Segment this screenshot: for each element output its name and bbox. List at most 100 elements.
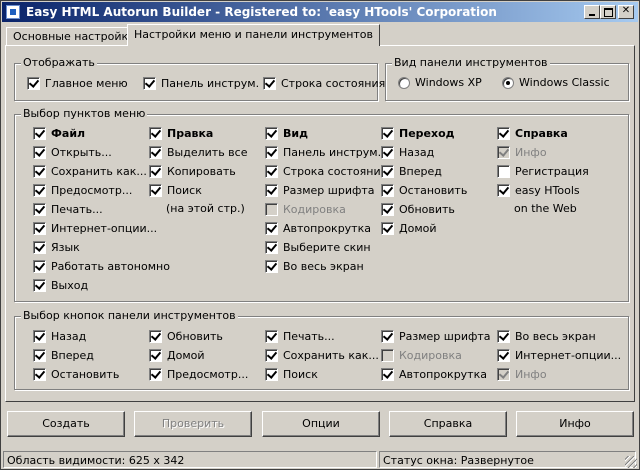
- menu-item-checkbox-c4-r5[interactable]: Обновить: [381, 201, 455, 217]
- menu-item-checkbox-c4-r2[interactable]: Назад: [381, 144, 434, 160]
- checkbox-icon[interactable]: [33, 329, 46, 343]
- menu-item-checkbox-c4-r4[interactable]: Остановить: [381, 182, 467, 198]
- menu-item-checkbox-c3-r7[interactable]: Выберите скин: [265, 239, 371, 255]
- menu-item-checkbox-c2-r4[interactable]: Поиск: [149, 182, 202, 198]
- menu-item-checkbox-c2-r3[interactable]: Копировать: [149, 163, 236, 179]
- toolbar-button-checkbox-c4-r3[interactable]: Автопрокрутка: [381, 366, 487, 382]
- menu-item-checkbox-c3-r3[interactable]: Строка состояния: [265, 163, 387, 179]
- menu-item-checkbox-c2-r1[interactable]: Правка: [149, 125, 213, 141]
- checkbox-icon[interactable]: [497, 164, 510, 178]
- toolbar-button-checkbox-c4-r1[interactable]: Размер шрифта: [381, 328, 491, 344]
- checkbox-icon[interactable]: [149, 183, 162, 197]
- checkbox-icon[interactable]: [33, 126, 46, 140]
- checkbox-icon[interactable]: [381, 183, 394, 197]
- toolbar-button-checkbox-c2-r3[interactable]: Предосмотр...: [149, 366, 248, 382]
- checkbox-icon[interactable]: [497, 126, 510, 140]
- display-checkbox-3[interactable]: Строка состояния: [263, 75, 385, 91]
- menu-item-checkbox-c1-r2[interactable]: Открыть...: [33, 144, 112, 160]
- menu-item-checkbox-c3-r4[interactable]: Размер шрифта: [265, 182, 375, 198]
- display-checkbox-2[interactable]: Панель инструм.: [143, 75, 259, 91]
- toolbar-view-radio-2[interactable]: Windows Classic: [502, 76, 610, 89]
- checkbox-icon[interactable]: [149, 145, 162, 159]
- checkbox-icon[interactable]: [265, 183, 278, 197]
- checkbox-icon[interactable]: [265, 329, 278, 343]
- checkbox-icon[interactable]: [497, 183, 510, 197]
- menu-item-checkbox-c1-r6[interactable]: Интернет-опции...: [33, 220, 157, 236]
- checkbox-icon[interactable]: [381, 126, 394, 140]
- checkbox-icon[interactable]: [265, 164, 278, 178]
- checkbox-icon[interactable]: [381, 367, 394, 381]
- checkbox-icon[interactable]: [33, 348, 46, 362]
- menu-item-checkbox-c5-r3[interactable]: Регистрация: [497, 163, 589, 179]
- display-checkbox-1[interactable]: Главное меню: [27, 75, 128, 91]
- minimize-button[interactable]: [584, 5, 600, 19]
- info-button[interactable]: Инфо: [516, 411, 634, 437]
- checkbox-icon[interactable]: [33, 278, 46, 292]
- checkbox-icon[interactable]: [265, 145, 278, 159]
- menu-item-checkbox-c1-r1[interactable]: Файл: [33, 125, 85, 141]
- checkbox-icon[interactable]: [265, 348, 278, 362]
- checkbox-icon[interactable]: [497, 348, 510, 362]
- checkbox-icon[interactable]: [33, 221, 46, 235]
- tab-main-settings[interactable]: Основные настройки: [6, 27, 143, 45]
- checkbox-icon[interactable]: [381, 202, 394, 216]
- checkbox-icon[interactable]: [149, 329, 162, 343]
- title-bar[interactable]: Easy HTML Autorun Builder - Registered t…: [2, 2, 638, 22]
- close-button[interactable]: ✕: [618, 5, 634, 19]
- menu-item-checkbox-c1-r7[interactable]: Язык: [33, 239, 80, 255]
- menu-item-checkbox-c1-r5[interactable]: Печать...: [33, 201, 103, 217]
- menu-item-checkbox-c5-r4[interactable]: easy HTools: [497, 182, 580, 198]
- radio-icon[interactable]: [398, 76, 410, 89]
- menu-item-checkbox-c4-r1[interactable]: Переход: [381, 125, 455, 141]
- checkbox-icon[interactable]: [265, 240, 278, 254]
- menu-item-checkbox-c1-r3[interactable]: Сохранить как...: [33, 163, 147, 179]
- help-button[interactable]: Справка: [389, 411, 507, 437]
- checkbox-icon[interactable]: [381, 145, 394, 159]
- menu-item-checkbox-c5-r1[interactable]: Справка: [497, 125, 568, 141]
- checkbox-icon[interactable]: [265, 367, 278, 381]
- checkbox-icon[interactable]: [33, 183, 46, 197]
- checkbox-icon[interactable]: [149, 126, 162, 140]
- toolbar-button-checkbox-c3-r1[interactable]: Печать...: [265, 328, 335, 344]
- create-button[interactable]: Создать: [7, 411, 125, 437]
- menu-item-checkbox-c3-r2[interactable]: Панель инструм.: [265, 144, 381, 160]
- toolbar-button-checkbox-c1-r1[interactable]: Назад: [33, 328, 86, 344]
- menu-item-checkbox-c1-r8[interactable]: Работать автономно: [33, 258, 170, 274]
- resize-grip[interactable]: [625, 456, 637, 468]
- checkbox-icon[interactable]: [497, 329, 510, 343]
- checkbox-icon[interactable]: [265, 259, 278, 273]
- checkbox-icon[interactable]: [263, 76, 276, 90]
- menu-item-checkbox-c1-r9[interactable]: Выход: [33, 277, 88, 293]
- checkbox-icon[interactable]: [33, 240, 46, 254]
- checkbox-icon[interactable]: [381, 164, 394, 178]
- checkbox-icon[interactable]: [149, 367, 162, 381]
- checkbox-icon[interactable]: [27, 76, 40, 90]
- menu-item-checkbox-c1-r4[interactable]: Предосмотр...: [33, 182, 132, 198]
- checkbox-icon[interactable]: [33, 367, 46, 381]
- toolbar-button-checkbox-c1-r3[interactable]: Остановить: [33, 366, 119, 382]
- menu-item-checkbox-c2-r2[interactable]: Выделить все: [149, 144, 247, 160]
- checkbox-icon[interactable]: [33, 202, 46, 216]
- menu-item-checkbox-c3-r1[interactable]: Вид: [265, 125, 308, 141]
- toolbar-view-radio-1[interactable]: Windows XP: [398, 76, 482, 89]
- tab-menu-toolbar-settings[interactable]: Настройки меню и панели инструментов: [127, 24, 381, 46]
- checkbox-icon[interactable]: [381, 221, 394, 235]
- toolbar-button-checkbox-c3-r2[interactable]: Сохранить как...: [265, 347, 379, 363]
- toolbar-button-checkbox-c2-r1[interactable]: Обновить: [149, 328, 223, 344]
- toolbar-button-checkbox-c1-r2[interactable]: Вперед: [33, 347, 94, 363]
- checkbox-icon[interactable]: [265, 221, 278, 235]
- options-button[interactable]: Опции: [262, 411, 380, 437]
- menu-item-checkbox-c4-r6[interactable]: Домой: [381, 220, 437, 236]
- toolbar-button-checkbox-c5-r2[interactable]: Интернет-опции...: [497, 347, 621, 363]
- checkbox-icon[interactable]: [33, 164, 46, 178]
- toolbar-button-checkbox-c3-r3[interactable]: Поиск: [265, 366, 318, 382]
- toolbar-button-checkbox-c2-r2[interactable]: Домой: [149, 347, 205, 363]
- checkbox-icon[interactable]: [33, 259, 46, 273]
- menu-item-checkbox-c3-r6[interactable]: Автопрокрутка: [265, 220, 371, 236]
- maximize-button[interactable]: [600, 5, 616, 19]
- checkbox-icon[interactable]: [265, 126, 278, 140]
- checkbox-icon[interactable]: [149, 164, 162, 178]
- radio-icon[interactable]: [502, 76, 514, 89]
- checkbox-icon[interactable]: [33, 145, 46, 159]
- checkbox-icon[interactable]: [143, 76, 156, 90]
